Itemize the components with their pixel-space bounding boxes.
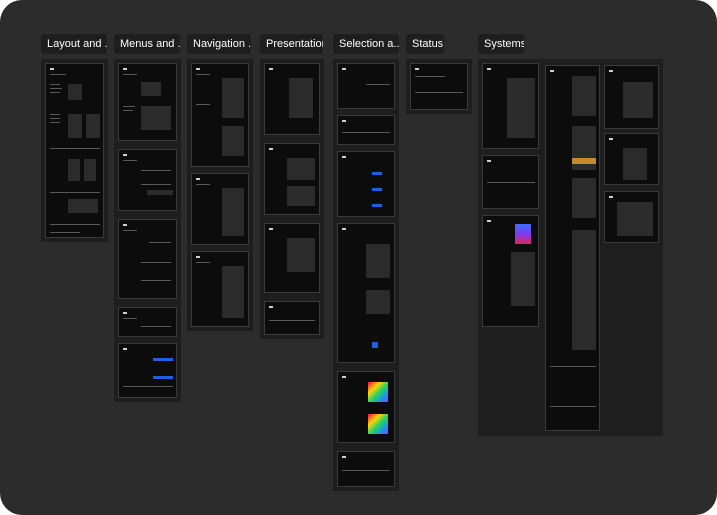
frame-thumbnail[interactable] bbox=[410, 63, 468, 110]
board-menus[interactable] bbox=[114, 59, 181, 402]
frame-thumbnail[interactable] bbox=[118, 219, 177, 299]
frame-thumbnail[interactable] bbox=[118, 343, 177, 398]
section-label-navigation[interactable]: Navigation ... bbox=[187, 34, 251, 54]
frame-thumbnail[interactable] bbox=[482, 215, 539, 327]
frame-thumbnail[interactable] bbox=[191, 63, 249, 167]
frame-thumbnail[interactable] bbox=[118, 307, 177, 337]
frame-thumbnail[interactable] bbox=[482, 63, 539, 149]
frame-thumbnail[interactable] bbox=[118, 149, 177, 211]
section-label-systems[interactable]: Systems bbox=[478, 34, 524, 54]
section-label-status[interactable]: Status bbox=[406, 34, 444, 54]
section-label-presentation[interactable]: Presentation bbox=[260, 34, 323, 54]
frame-thumbnail[interactable] bbox=[337, 451, 395, 487]
frame-thumbnail[interactable] bbox=[191, 251, 249, 327]
board-status[interactable] bbox=[406, 59, 472, 114]
frame-thumbnail[interactable] bbox=[604, 133, 659, 185]
frame-thumbnail[interactable] bbox=[264, 143, 320, 215]
frame-thumbnail[interactable] bbox=[337, 223, 395, 363]
frame-thumbnail[interactable] bbox=[264, 63, 320, 135]
frame-thumbnail[interactable] bbox=[337, 151, 395, 217]
section-label-selection[interactable]: Selection a... bbox=[333, 34, 399, 54]
frame-thumbnail[interactable] bbox=[118, 63, 177, 141]
board-layout[interactable] bbox=[41, 59, 108, 242]
frame-thumbnail[interactable] bbox=[337, 63, 395, 109]
section-label-menus[interactable]: Menus and ... bbox=[114, 34, 180, 54]
board-systems[interactable] bbox=[478, 59, 663, 436]
board-navigation[interactable] bbox=[187, 59, 253, 331]
board-selection[interactable] bbox=[333, 59, 399, 491]
frame-thumbnail[interactable] bbox=[191, 173, 249, 245]
frame-thumbnail[interactable] bbox=[264, 223, 320, 293]
frame-thumbnail[interactable] bbox=[337, 115, 395, 145]
figma-canvas[interactable]: Layout and ... Menus and ... Navigation … bbox=[0, 0, 717, 515]
frame-thumbnail[interactable] bbox=[604, 191, 659, 243]
board-presentation[interactable] bbox=[260, 59, 324, 339]
frame-thumbnail[interactable] bbox=[264, 301, 320, 335]
frame-thumbnail[interactable] bbox=[482, 155, 539, 209]
frame-thumbnail[interactable] bbox=[337, 371, 395, 443]
section-label-layout[interactable]: Layout and ... bbox=[41, 34, 107, 54]
frame-thumbnail[interactable] bbox=[545, 65, 600, 431]
frame-thumbnail[interactable] bbox=[604, 65, 659, 129]
frame-thumbnail[interactable] bbox=[45, 63, 104, 238]
